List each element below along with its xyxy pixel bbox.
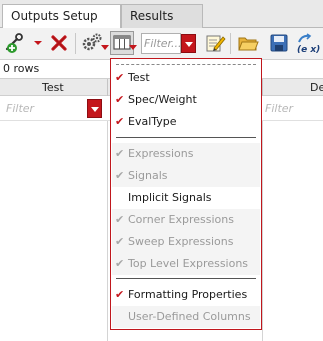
filter-dropdown-button[interactable] (181, 34, 196, 53)
open-folder-icon[interactable] (236, 31, 260, 55)
delete-icon[interactable] (49, 31, 69, 55)
menu-item-test[interactable]: ✔ Test (112, 67, 260, 89)
column-chooser-dropdown-icon[interactable] (128, 42, 138, 54)
column-gridline (107, 121, 108, 341)
toolbar-separator (75, 33, 76, 54)
test-filter-input[interactable]: Filter (6, 102, 34, 115)
column-visibility-menu: ✔ Test ✔ Spec/Weight ✔ EvalType ✔ Expres… (110, 58, 262, 330)
checkmark-icon: ✔ (115, 257, 125, 270)
tab-outputs-setup[interactable]: Outputs Setup (2, 4, 121, 29)
menu-item-spec-weight[interactable]: ✔ Spec/Weight (112, 89, 260, 111)
column-divider[interactable] (262, 79, 263, 96)
expression-icon[interactable]: (e x) (296, 31, 323, 55)
menu-item-formatting-properties[interactable]: ✔ Formatting Properties (112, 284, 260, 306)
column-header-test[interactable]: Test (42, 81, 64, 94)
checkmark-icon: ✔ (115, 147, 125, 160)
checkmark-icon: ✔ (115, 115, 125, 128)
menu-separator (116, 278, 256, 279)
menu-item-implicit-signals[interactable]: Implicit Signals (112, 187, 260, 209)
menu-item-sweep-expressions: ✔ Sweep Expressions (112, 231, 260, 253)
add-output-icon[interactable] (4, 31, 26, 55)
tear-off-line[interactable] (116, 64, 256, 65)
toolbar: Filter... (e x) (0, 28, 323, 60)
column-divider[interactable] (107, 79, 108, 96)
checkmark-icon: ✔ (115, 169, 125, 182)
checkmark-icon: ✔ (115, 71, 125, 84)
checkmark-icon: ✔ (115, 288, 125, 301)
edit-notes-icon[interactable] (203, 31, 227, 55)
row-count: 0 rows (3, 62, 40, 75)
add-output-dropdown-icon[interactable] (33, 31, 43, 55)
menu-item-user-defined-columns: User-Defined Columns (112, 306, 260, 328)
checkmark-icon: ✔ (115, 235, 125, 248)
column-gridline (262, 121, 263, 341)
tab-results[interactable]: Results (121, 4, 203, 28)
menu-item-expressions: ✔ Expressions (112, 143, 260, 165)
filter-input[interactable]: Filter... (141, 33, 182, 54)
menu-item-top-level-expressions: ✔ Top Level Expressions (112, 253, 260, 275)
checkmark-icon: ✔ (115, 213, 125, 226)
menu-separator (116, 137, 256, 138)
menu-item-signals: ✔ Signals (112, 165, 260, 187)
settings-dropdown-icon[interactable] (100, 42, 110, 54)
menu-item-corner-expressions: ✔ Corner Expressions (112, 209, 260, 231)
checkmark-icon: ✔ (115, 93, 125, 106)
menu-item-evaltype[interactable]: ✔ EvalType (112, 111, 260, 133)
tab-bar: Outputs Setup Results (0, 0, 323, 29)
toolbar-separator (230, 33, 231, 54)
save-icon[interactable] (268, 31, 290, 55)
column-header-de[interactable]: De (310, 81, 323, 94)
de-filter-input[interactable]: Filter (265, 102, 293, 115)
expression-label: (e x) (297, 45, 320, 54)
test-filter-dropdown-button[interactable] (87, 99, 102, 118)
